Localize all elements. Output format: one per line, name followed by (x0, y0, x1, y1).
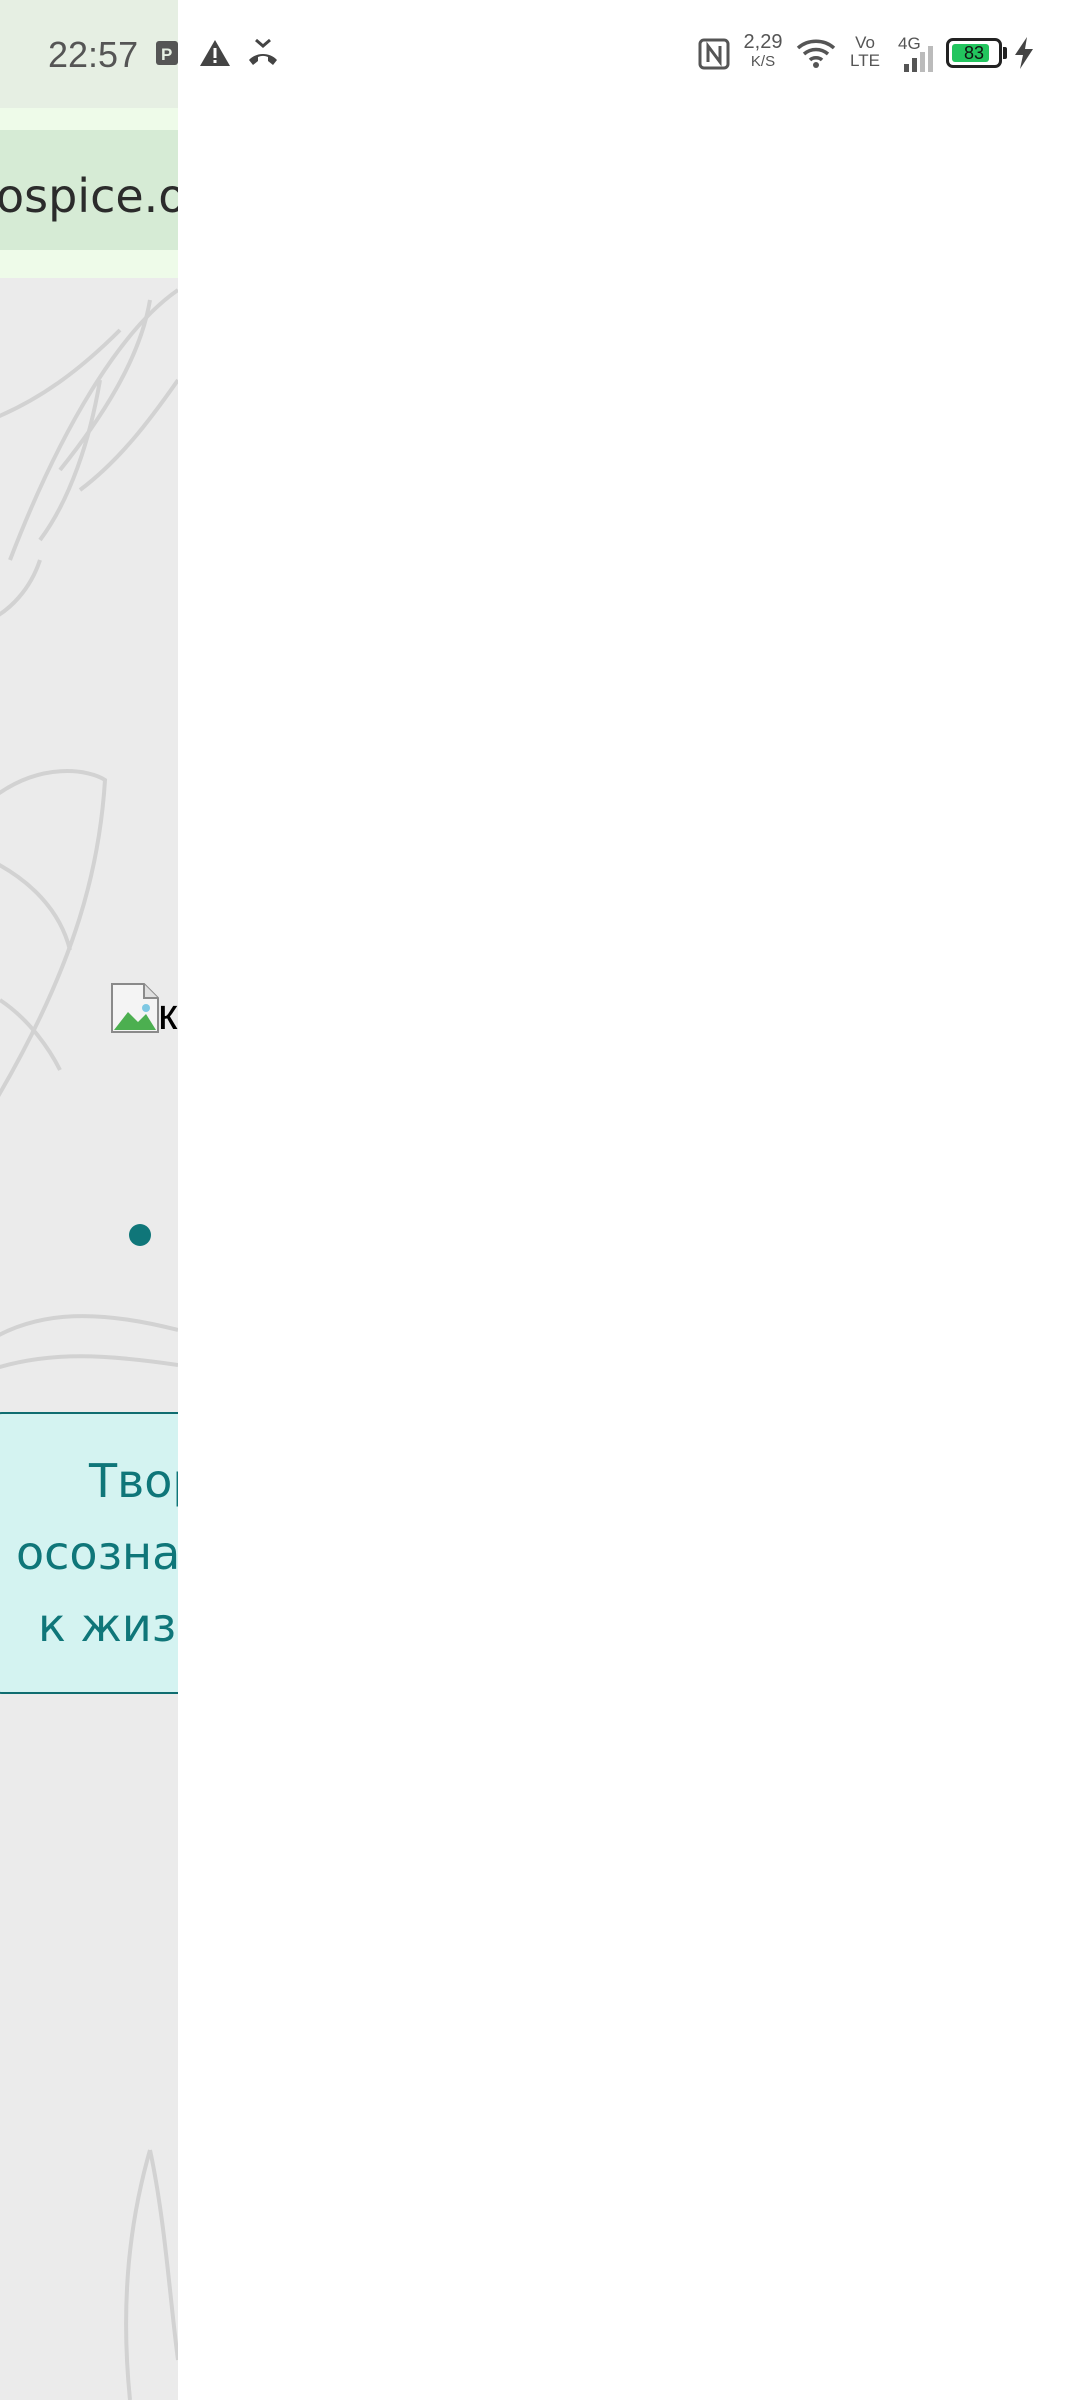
volte-bottom: LTE (850, 50, 880, 70)
carousel-dot[interactable] (129, 1224, 151, 1246)
url-bar[interactable]: ospice.or (0, 130, 178, 250)
network-speed-value: 2,29 (743, 31, 783, 53)
url-text[interactable]: ospice.or (0, 169, 178, 223)
quote-line-3: к жизн (38, 1598, 178, 1652)
charging-icon (1015, 37, 1033, 69)
signal-icon (904, 46, 933, 72)
status-bar: 22:57 P 2,29 K/S Vo LTE 4G 83 (0, 0, 1080, 108)
broken-image-icon (111, 983, 159, 1033)
battery-icon: 83 (946, 38, 1002, 68)
battery-level: 83 (963, 43, 985, 63)
volte-indicator: Vo LTE (848, 34, 882, 70)
missed-call-icon (249, 38, 277, 65)
wifi-icon (796, 39, 836, 68)
volte-top: Vo (855, 33, 875, 52)
parking-icon: P (156, 41, 178, 65)
url-bar-container: ospice.or (0, 108, 178, 278)
battery-nub (1003, 47, 1007, 59)
broken-image-alt-text: к (158, 990, 178, 1039)
network-speed: 2,29 K/S (738, 32, 788, 69)
svg-text:P: P (161, 45, 172, 64)
clock: 22:57 (48, 34, 139, 75)
background-page: ospice.or к Твор осознан к жизн (0, 0, 178, 2400)
warning-icon (200, 40, 230, 66)
quote-line-2: осознан (16, 1526, 178, 1580)
nfc-icon (698, 38, 730, 70)
network-speed-unit: K/S (750, 53, 776, 70)
leaf-decoration-icon (0, 288, 178, 2400)
quote-line-1: Твор (89, 1454, 178, 1508)
blank-overlay-panel[interactable] (178, 0, 1080, 2400)
quote-card: Твор осознан к жизн (0, 1412, 178, 1694)
